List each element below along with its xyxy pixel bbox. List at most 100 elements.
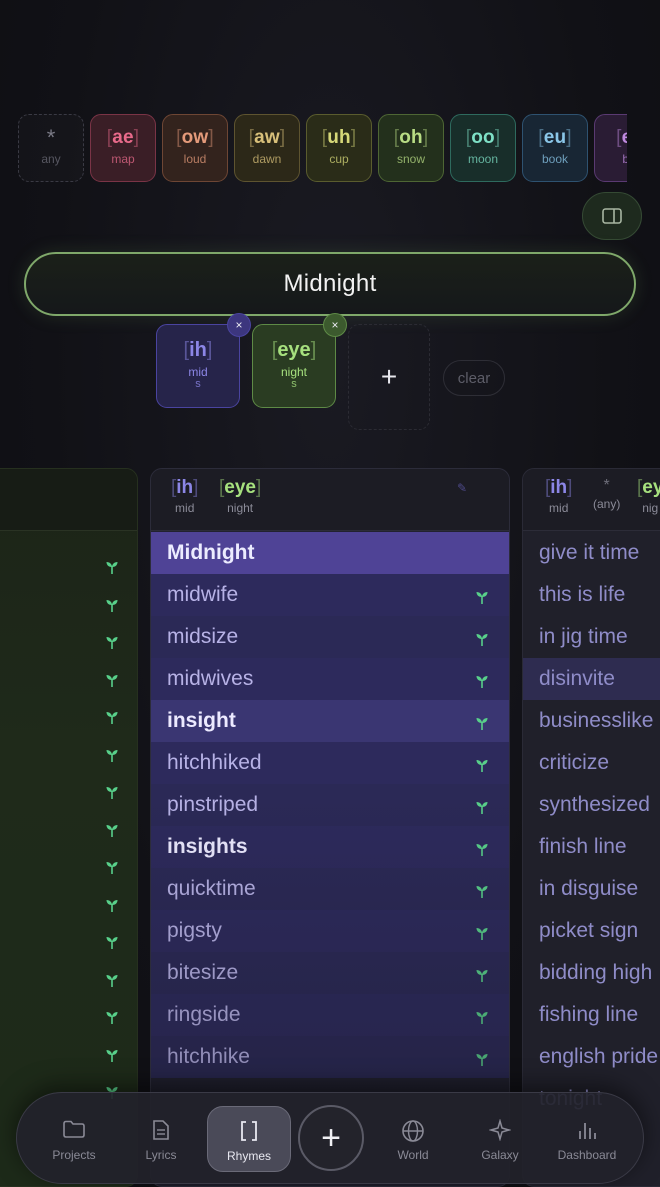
rhyme-row[interactable]: bitesize (151, 952, 509, 994)
rhyme-word: bidding high (539, 961, 653, 984)
sprout-icon (106, 824, 118, 837)
nav-label: World (397, 1148, 429, 1162)
vowel-chip-word: moon (467, 152, 499, 166)
sprout-icon (106, 749, 118, 762)
sprout-icon (476, 634, 488, 646)
rhyme-word: give it time (539, 541, 640, 564)
rhyme-row[interactable]: businesslike (523, 700, 660, 742)
rhyme-word: hitchhiked (167, 751, 262, 774)
rhyme-row[interactable]: pinstriped (151, 784, 509, 826)
selected-token-ih[interactable]: [ih] mid s × (156, 313, 251, 408)
rhyme-row[interactable]: ringside (151, 994, 509, 1036)
nav-label: Lyrics (145, 1148, 177, 1162)
rhyme-word: in jig time (539, 625, 628, 648)
header-chip: * (any) (593, 477, 620, 511)
rhyme-row[interactable]: midwife (151, 574, 509, 616)
vowel-chip-oh[interactable]: [oh] snow (378, 114, 444, 182)
rhyme-row[interactable]: fishing line (523, 994, 660, 1036)
rhyme-row[interactable]: synthesized (523, 784, 660, 826)
add-token-button[interactable]: + (348, 324, 430, 430)
sprout-marker (105, 784, 119, 805)
vowel-chip-ow[interactable]: [ow] loud (162, 114, 228, 182)
sprout-icon (476, 1054, 488, 1066)
token-symbol: [eye] (271, 339, 317, 361)
rhyme-row[interactable]: Midnight (151, 532, 509, 574)
vowel-chip-uh[interactable]: [uh] cup (306, 114, 372, 182)
column-header (0, 469, 137, 531)
rhyme-row[interactable]: insight (151, 700, 509, 742)
vowel-chip-eu[interactable]: [eu] book (522, 114, 588, 182)
rhyme-row[interactable]: hitchhiked (151, 742, 509, 784)
rhyme-row[interactable]: pigsty (151, 910, 509, 952)
rhyme-row[interactable]: quicktime (151, 868, 509, 910)
vowel-chip-symbol: [oh] (393, 127, 429, 148)
rhyme-row[interactable]: picket sign (523, 910, 660, 952)
sprout-marker (475, 713, 489, 737)
rhyme-row[interactable]: in jig time (523, 616, 660, 658)
sprout-icon (476, 760, 488, 772)
rhyme-row[interactable]: disinvite (523, 658, 660, 700)
sprout-icon (106, 974, 118, 987)
rhyme-word: pinstriped (167, 793, 259, 816)
sprout-icon (106, 1049, 118, 1062)
rhyme-row[interactable]: midsize (151, 616, 509, 658)
rhyme-word: in disguise (539, 877, 639, 900)
rhyme-row[interactable]: this is life (523, 574, 660, 616)
sprout-marker (475, 629, 489, 653)
sprout-icon (476, 718, 488, 730)
rhyme-row[interactable]: finish line (523, 826, 660, 868)
vowel-chip-ae[interactable]: [ae] map (90, 114, 156, 182)
sprout-marker (105, 559, 119, 580)
plus-icon: + (321, 1119, 341, 1157)
vowel-chip-aw[interactable]: [aw] dawn (234, 114, 300, 182)
add-button[interactable]: + (298, 1105, 364, 1171)
nav-rhymes[interactable]: Rhymes (207, 1106, 291, 1172)
clear-button[interactable]: clear (443, 360, 505, 396)
nav-label: Rhymes (226, 1149, 271, 1163)
sprout-marker (105, 634, 119, 655)
asterisk-icon: * (603, 477, 610, 494)
sprout-marker (105, 1009, 119, 1030)
sprout-marker (105, 897, 119, 918)
search-word-field[interactable]: Midnight (24, 252, 636, 316)
vowel-chip-word: bi (622, 152, 627, 166)
nav-dashboard[interactable]: Dashboard (544, 1093, 630, 1185)
bar-chart-icon (579, 1123, 596, 1139)
sprout-marker (475, 839, 489, 863)
panel-toggle-button[interactable] (582, 192, 642, 240)
rhyme-row[interactable]: hitchhike (151, 1036, 509, 1078)
sprout-icon (106, 862, 118, 874)
vowel-chip-any[interactable]: * any (18, 114, 84, 182)
vowel-chip-row: * any [ae] map [ow] loud [aw] dawn [uh] cup [oh]… (18, 114, 627, 184)
nav-world[interactable]: World (370, 1093, 456, 1185)
remove-token-button[interactable]: × (227, 313, 251, 337)
vowel-chip-oo[interactable]: [oo] moon (450, 114, 516, 182)
rhyme-word: insight (167, 709, 236, 732)
sprout-marker (105, 1047, 119, 1068)
nav-galaxy[interactable]: Galaxy (457, 1093, 543, 1185)
rhyme-row[interactable]: in disguise (523, 868, 660, 910)
rhyme-row[interactable]: insights (151, 826, 509, 868)
sprout-marker (105, 747, 119, 768)
nav-lyrics[interactable]: Lyrics (118, 1093, 204, 1185)
nav-label: Galaxy (481, 1148, 519, 1162)
sprout-marker (475, 923, 489, 947)
vowel-chip-e[interactable]: [e] bi (594, 114, 627, 182)
sprout-icon (106, 562, 118, 574)
vowel-chip-symbol: [uh] (321, 127, 357, 148)
rhyme-row[interactable]: criticize (523, 742, 660, 784)
rhyme-row[interactable]: bidding high (523, 952, 660, 994)
rhyme-row[interactable]: give it time (523, 532, 660, 574)
rhyme-row[interactable]: english pride (523, 1036, 660, 1078)
sprout-icon (476, 886, 488, 898)
rhyme-word: Midnight (167, 541, 255, 564)
nav-projects[interactable]: Projects (31, 1093, 117, 1185)
remove-token-button[interactable]: × (323, 313, 347, 337)
nav-label: Dashboard (557, 1148, 617, 1162)
sprout-marker (475, 755, 489, 779)
selected-token-eye[interactable]: [eye] night s × (252, 313, 347, 408)
sprout-icon (476, 844, 488, 856)
header-chip: [ey nig (637, 477, 660, 515)
edit-icon[interactable]: ✎ (457, 481, 467, 495)
rhyme-row[interactable]: midwives (151, 658, 509, 700)
